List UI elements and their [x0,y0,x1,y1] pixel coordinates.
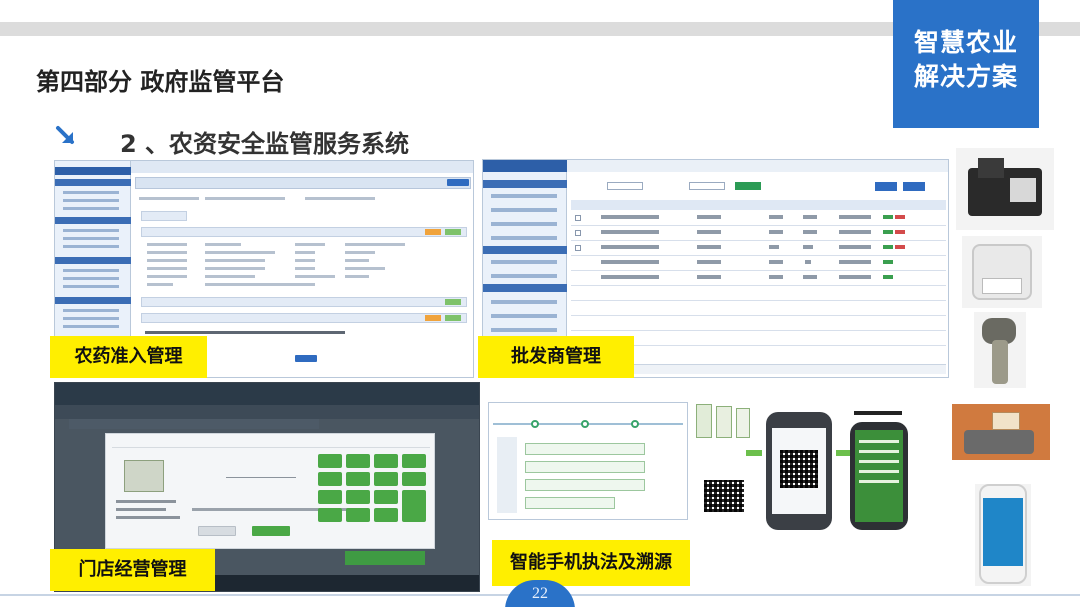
caption-wholesaler-management: 批发商管理 [478,336,634,378]
quantity-input[interactable] [226,470,296,478]
barcode-scanner-image [974,312,1026,388]
caption-pesticide-admission: 农药准入管理 [50,336,207,378]
pesticide-bottle [736,408,750,438]
arrow-right-icon [836,450,850,456]
pesticide-bottle [716,406,732,438]
back-button[interactable] [447,179,469,186]
sidebar [497,437,517,513]
sidebar-header [55,167,131,175]
table-header [571,200,946,210]
qr-code [780,450,818,488]
table-row[interactable] [571,212,946,226]
search-button[interactable] [735,182,761,190]
receipt-printer-image [956,148,1054,230]
card-terminal-image [952,404,1050,460]
checkout-button[interactable] [345,551,425,565]
product-image [124,460,164,492]
product-name-input[interactable] [689,182,725,190]
smartphone [850,422,908,530]
table-row[interactable] [571,257,946,271]
brand-title: 智慧农业 解决方案 [913,28,1018,91]
submit-button[interactable] [295,355,317,362]
label-printer-image [962,236,1042,308]
delete-button[interactable] [903,182,925,191]
confirm-button[interactable] [252,526,290,536]
add-button[interactable] [875,182,897,191]
phone-traceability-illustration [694,404,910,532]
smartphone [766,412,832,530]
table-row[interactable] [571,242,946,256]
smartphone-image [975,484,1031,586]
enforcement-app-screenshot [488,402,688,520]
table-row[interactable] [571,272,946,286]
table-header [55,405,479,419]
section-title: 2 、农资安全监管服务系统 [120,130,410,158]
page-title: 第四部分 政府监管平台 [36,68,285,96]
pesticide-bottle [696,404,712,438]
wholesaler-name-input[interactable] [607,182,643,190]
qr-code [704,480,744,512]
table-row[interactable] [571,227,946,241]
table-row[interactable] [69,419,319,429]
caption-store-operation: 门店经营管理 [50,549,215,591]
purchase-quantity-dialog [105,433,435,549]
arrow-down-right-icon [56,126,74,144]
phone-query-label [850,406,908,420]
arrow-right-icon [746,450,762,456]
app-title-bar [55,383,479,405]
enter-key[interactable] [402,490,426,522]
recalculate-button[interactable] [198,526,236,536]
caption-mobile-enforcement: 智能手机执法及溯源 [492,540,690,586]
